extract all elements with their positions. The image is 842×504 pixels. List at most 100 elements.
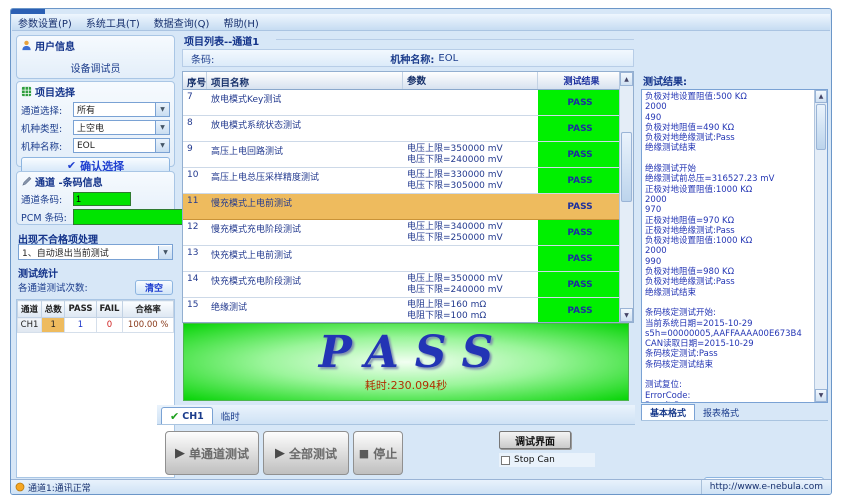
stats-header-rate: 合格率 xyxy=(123,301,174,318)
chevron-down-icon[interactable]: ▼ xyxy=(155,121,169,134)
stop-label: 停止 xyxy=(373,445,397,462)
stats-cell-fail: 0 xyxy=(96,318,123,333)
scroll-up-icon[interactable]: ▲ xyxy=(815,90,827,103)
row-name: 慢充模式上电前测试 xyxy=(207,194,403,219)
row-no: 12 xyxy=(183,220,207,245)
results-log: 负极对地设置阻值:500 KΩ 2000 490 负极对地阻值=490 KΩ 负… xyxy=(645,92,811,403)
user-icon xyxy=(21,40,32,51)
menu-item-data-query[interactable]: 数据查询(Q) xyxy=(154,15,210,30)
row-name: 放电模式系统状态测试 xyxy=(207,116,403,141)
test-row-10[interactable]: 10 高压上电总压采样精度测试 电压上限=330000 mV电压下限=30500… xyxy=(183,168,633,194)
all-test-button[interactable]: ▶ 全部测试 xyxy=(263,431,349,475)
header-params: 参数 xyxy=(403,72,538,89)
scroll-down-icon[interactable]: ▼ xyxy=(815,389,827,402)
model-name-dropdown[interactable]: EOL ▼ xyxy=(73,138,170,153)
user-info-title: 用户信息 xyxy=(35,38,75,53)
row-name: 放电模式Key测试 xyxy=(207,90,403,115)
test-row-14[interactable]: 14 快充模式充电阶段测试 电压上限=350000 mV电压下限=240000 … xyxy=(183,272,633,298)
fail-handling-dropdown[interactable]: 1、自动退出当前测试 ▼ xyxy=(18,244,173,260)
scroll-down-icon[interactable]: ▼ xyxy=(620,308,633,322)
result-badge: PASS xyxy=(538,142,622,167)
stats-title: 测试统计 xyxy=(18,265,58,280)
group-divider xyxy=(276,39,634,40)
elapsed-time: 耗时:230.094秒 xyxy=(365,377,447,393)
stop-can-checkbox[interactable] xyxy=(501,456,510,465)
status-ball-icon xyxy=(15,482,25,492)
channel-barcode-input[interactable] xyxy=(73,192,131,206)
row-name: 快充模式充电阶段测试 xyxy=(207,272,403,297)
counts-label: 各通道测试次数: xyxy=(18,280,88,294)
channel-select-label: 通道选择: xyxy=(21,103,73,117)
stop-can-label: Stop Can xyxy=(514,455,555,465)
test-row-8[interactable]: 8 放电模式系统状态测试 PASS xyxy=(183,116,633,142)
row-no: 14 xyxy=(183,272,207,297)
tab-temp[interactable]: 临时 xyxy=(213,407,248,424)
sidebar: 用户信息 设备调试员 项目选择 通道选择: 所有 ▼ 机种类型: 上空电 ▼ xyxy=(14,33,177,478)
chevron-down-icon[interactable]: ▼ xyxy=(158,246,172,259)
barcode-info-title: 通道 -条码信息 xyxy=(35,174,103,189)
single-channel-test-button[interactable]: ▶ 单通道测试 xyxy=(165,431,259,475)
main-model-label: 机种名称: xyxy=(390,51,434,66)
result-badge: PASS xyxy=(538,272,622,297)
model-type-dropdown[interactable]: 上空电 ▼ xyxy=(73,120,170,135)
model-type-label: 机种类型: xyxy=(21,121,73,135)
user-name: 设备调试员 xyxy=(17,60,174,75)
result-badge: PASS xyxy=(538,246,622,271)
row-name: 快充模式上电前测试 xyxy=(207,246,403,271)
stats-header-channel: 通道 xyxy=(18,301,42,318)
test-row-11-highlighted[interactable]: 11 慢充模式上电前测试 PASS xyxy=(183,194,633,220)
results-textarea[interactable]: 负极对地设置阻值:500 KΩ 2000 490 负极对地阻值=490 KΩ 负… xyxy=(641,89,828,403)
fail-handling-value: 1、自动退出当前测试 xyxy=(19,246,158,259)
test-row-15[interactable]: 15 绝缘测试 电阻上限=160 mΩ电阻下限=100 mΩ PASS xyxy=(183,298,633,323)
result-badge: PASS xyxy=(538,168,622,193)
test-row-9[interactable]: 9 高压上电回路测试 电压上限=350000 mV电压下限=240000 mV … xyxy=(183,142,633,168)
test-table-scrollbar[interactable]: ▲ ▼ xyxy=(619,72,633,322)
result-badge: PASS xyxy=(538,194,622,219)
menu-item-params[interactable]: 参数设置(P) xyxy=(18,15,72,30)
test-row-13[interactable]: 13 快充模式上电前测试 PASS xyxy=(183,246,633,272)
tab-report-format[interactable]: 报表格式 xyxy=(695,404,747,420)
stats-cell-total: 1 xyxy=(42,318,65,333)
chevron-down-icon[interactable]: ▼ xyxy=(155,139,169,152)
main-barcode-label: 条码: xyxy=(191,51,214,66)
pencil-icon xyxy=(21,176,32,187)
pcm-barcode-label: PCM 条码: xyxy=(21,210,73,224)
channel-select-value: 所有 xyxy=(74,103,155,116)
menu-item-system-tools[interactable]: 系统工具(T) xyxy=(86,15,140,30)
all-test-label: 全部测试 xyxy=(289,445,337,462)
main-model-value: EOL xyxy=(438,53,458,64)
test-row-7[interactable]: 7 放电模式Key测试 PASS xyxy=(183,90,633,116)
stop-button[interactable]: ■ 停止 xyxy=(353,431,403,475)
status-bar: 通道1:通讯正常 http://www.e-nebula.com xyxy=(11,479,831,494)
barcode-model-row: 条码: 机种名称: EOL xyxy=(182,49,634,67)
pass-banner: PASS 耗时:230.094秒 xyxy=(183,323,629,401)
debug-ui-button[interactable]: 调试界面 xyxy=(499,431,571,449)
channel-select-dropdown[interactable]: 所有 ▼ xyxy=(73,102,170,117)
pcm-barcode-input[interactable] xyxy=(73,209,196,225)
header-no: 序号 xyxy=(183,72,207,89)
scrollbar-thumb[interactable] xyxy=(816,104,826,150)
clear-button[interactable]: 清空 xyxy=(135,280,173,295)
channel-barcode-label: 通道条码: xyxy=(21,192,73,206)
project-list-title: 项目列表--通道1 xyxy=(184,33,259,48)
results-format-tabs: 基本格式 报表格式 xyxy=(641,403,828,421)
test-table-header: 序号 项目名称 参数 测试结果 xyxy=(183,72,633,90)
stats-row-ch1[interactable]: CH1 1 1 0 100.00 % xyxy=(18,318,174,333)
project-select-title: 项目选择 xyxy=(35,84,75,99)
results-scrollbar[interactable]: ▲ ▼ xyxy=(814,90,827,402)
row-no: 10 xyxy=(183,168,207,193)
row-no: 13 xyxy=(183,246,207,271)
test-row-12[interactable]: 12 慢充模式充电阶段测试 电压上限=340000 mV电压下限=250000 … xyxy=(183,220,633,246)
scrollbar-thumb[interactable] xyxy=(621,132,632,202)
menu-item-help[interactable]: 帮助(H) xyxy=(223,15,258,30)
project-select-group: 项目选择 通道选择: 所有 ▼ 机种类型: 上空电 ▼ 机种名称: EOL xyxy=(16,81,175,167)
scroll-up-icon[interactable]: ▲ xyxy=(620,72,633,86)
chevron-down-icon[interactable]: ▼ xyxy=(155,103,169,116)
tab-basic-format[interactable]: 基本格式 xyxy=(641,404,695,420)
pass-banner-text: PASS xyxy=(303,331,510,375)
channel-tab-bar: ✔ CH1 临时 xyxy=(157,405,635,425)
stats-header-fail: FAIL xyxy=(96,301,123,318)
tab-temp-label: 临时 xyxy=(221,409,240,423)
results-title: 测试结果: xyxy=(643,73,687,88)
tab-ch1[interactable]: ✔ CH1 xyxy=(161,407,213,424)
